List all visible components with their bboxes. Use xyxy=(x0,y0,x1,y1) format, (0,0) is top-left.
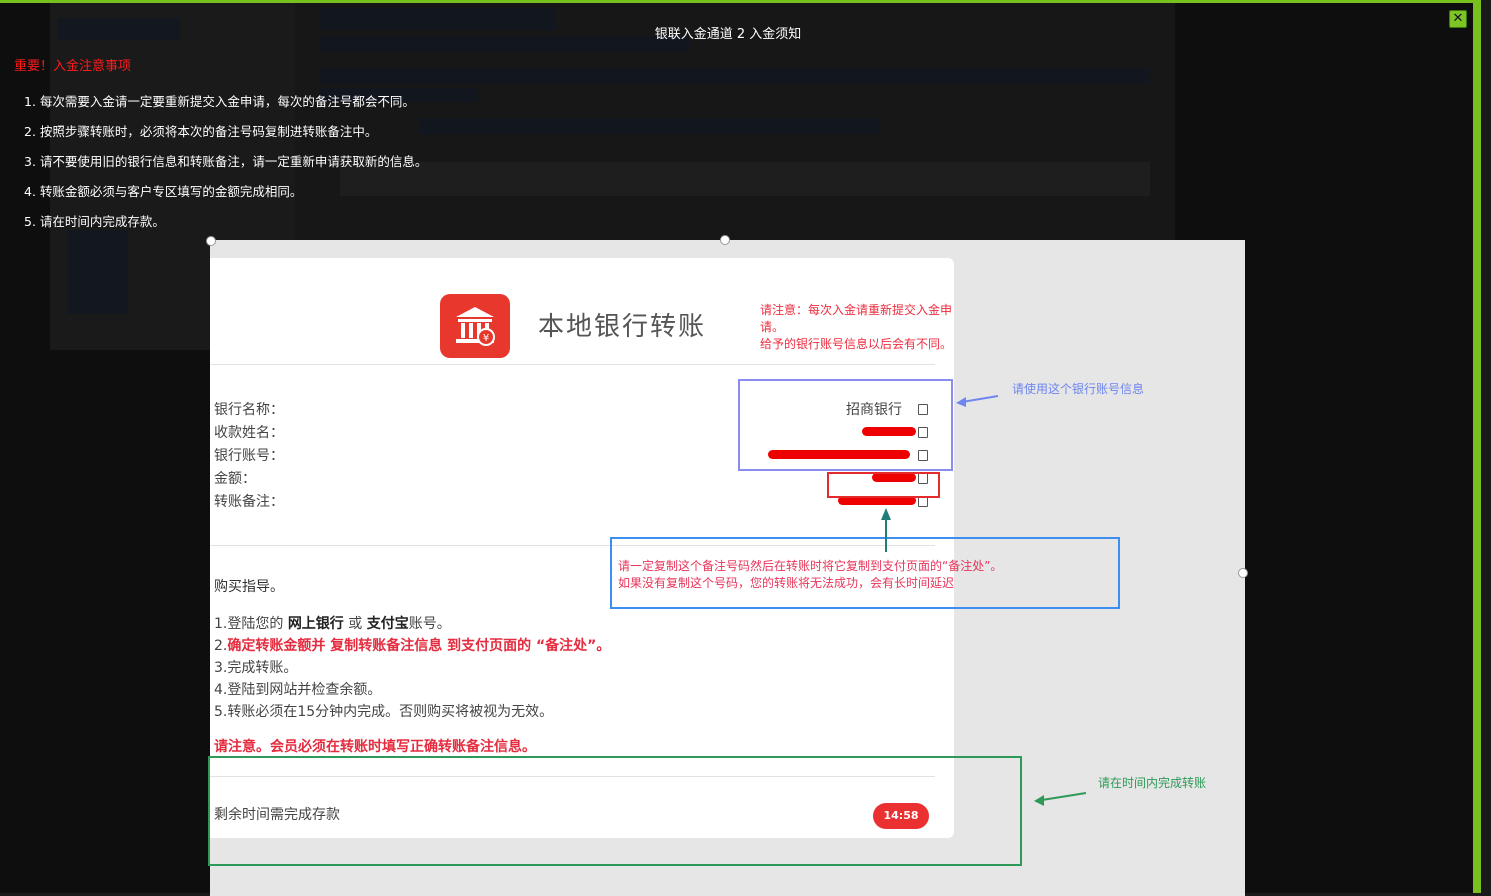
instruction-image: ¥ 本地银行转账 请注意：每次入金请重新提交入金申请。 给予的银行账号信息以后会… xyxy=(206,235,1248,896)
notice-heading: 重要！入金注意事项 xyxy=(14,59,132,74)
deposit-notice-modal: 银联入金通道 2 入金须知 ✕ 重要！入金注意事项 1. 每次需要入金请一定要重… xyxy=(0,0,1481,896)
notice-item: 1. 每次需要入金请一定要重新提交入金申请，每次的备注号都会不同。 xyxy=(24,94,415,109)
notice-item: 3. 请不要使用旧的银行信息和转账备注，请一定重新申请获取新的信息。 xyxy=(24,154,428,169)
annotation-arrows xyxy=(881,395,1087,806)
notice-list: 1. 每次需要入金请一定要重新提交入金申请，每次的备注号都会不同。 2. 按照步… xyxy=(24,91,427,241)
modal-title: 银联入金通道 2 入金须知 xyxy=(654,27,802,42)
notice-item: 5. 请在时间内完成存款。 xyxy=(24,214,165,229)
notice-item: 4. 转账金额必须与客户专区填写的金额完成相同。 xyxy=(24,184,303,199)
close-button[interactable]: ✕ xyxy=(1449,10,1467,28)
notice-item: 2. 按照步骤转账时，必须将本次的备注号码复制进转账备注中。 xyxy=(24,124,378,139)
